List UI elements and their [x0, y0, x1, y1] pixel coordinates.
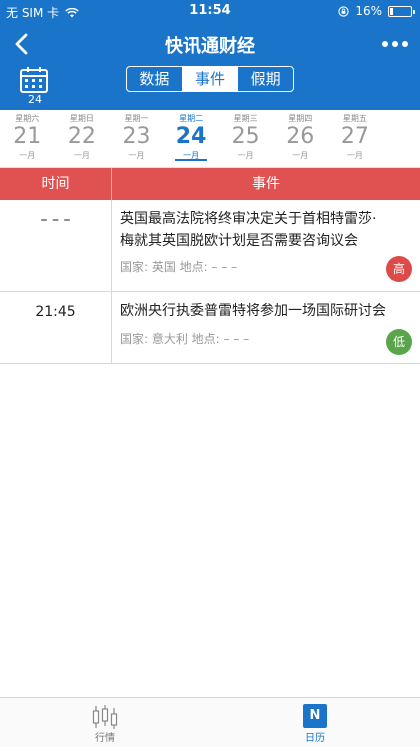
tab-calendar-label: 日历 — [305, 733, 325, 744]
event-title: 欧洲央行执委普雷特将参加一场国际研讨会 — [120, 303, 386, 319]
date-weekday: 星期五 — [342, 114, 367, 123]
app-header: 无 SIM 卡 11:54 16% 快讯通财经 24 数据 事件 假期 — [0, 0, 420, 110]
date-item[interactable]: 星期六 21 一月 — [0, 110, 55, 167]
date-item[interactable]: 星期五 27 一月 — [328, 110, 383, 167]
tab-calendar[interactable]: N 日历 — [210, 698, 420, 747]
table-row[interactable]: 21:45 欧洲央行执委普雷特将参加一场国际研讨会 国家: 意大利 地点: – … — [0, 292, 420, 364]
event-time: 21:45 — [0, 292, 112, 363]
date-item[interactable]: 星期四 26 一月 — [273, 110, 328, 167]
date-weekday: 星期三 — [233, 114, 258, 123]
date-day: 22 — [67, 124, 96, 149]
segment-control: 数据 事件 假期 — [126, 66, 294, 92]
column-header-event: 事件 — [252, 176, 280, 192]
date-weekday: 星期六 — [15, 114, 40, 123]
calendar-grid-icon — [20, 67, 48, 93]
segment-events[interactable]: 事件 — [181, 67, 238, 91]
date-weekday: 星期四 — [288, 114, 313, 123]
date-item[interactable]: 星期一 23 一月 — [109, 110, 164, 167]
battery-level — [390, 7, 394, 15]
segment-holidays[interactable]: 假期 — [237, 67, 293, 91]
page-title: 快讯通财经 — [165, 36, 255, 57]
calendar-icon-day: 24 — [28, 93, 42, 106]
date-day: 21 — [13, 124, 42, 149]
date-month: 一月 — [346, 151, 363, 160]
date-strip: 星期六 21 一月 星期日 22 一月 星期一 23 一月 星期二 24 一月 … — [0, 110, 420, 168]
table-row[interactable]: – – – 英国最高法院将终审决定关于首相特雷莎·梅就其英国脱欧计划是否需要咨询… — [0, 200, 420, 292]
event-meta: 国家: 意大利 地点: – – – — [120, 332, 250, 346]
date-weekday: 星期一 — [124, 114, 149, 123]
event-title: 英国最高法院将终审决定关于首相特雷莎·梅就其英国脱欧计划是否需要咨询议会 — [120, 211, 377, 249]
date-month: 一月 — [237, 151, 254, 160]
importance-badge: 高 — [386, 256, 412, 282]
date-day: 23 — [122, 124, 151, 149]
date-item-selected[interactable]: 星期二 24 一月 — [164, 110, 219, 167]
candlestick-icon — [92, 705, 118, 729]
date-weekday: 星期日 — [69, 114, 94, 123]
event-meta: 国家: 英国 地点: – – – — [120, 260, 238, 274]
nav-bar: 快讯通财经 — [0, 22, 420, 66]
segment-data[interactable]: 数据 — [127, 67, 182, 91]
date-day: 25 — [231, 124, 260, 149]
more-options-icon[interactable] — [382, 34, 408, 54]
status-bar: 无 SIM 卡 11:54 16% — [0, 0, 420, 22]
tab-market-label: 行情 — [95, 733, 115, 744]
table-header: 时间 事件 — [0, 168, 420, 200]
date-month: 一月 — [292, 151, 309, 160]
calendar-icon[interactable]: 24 — [18, 66, 52, 106]
date-weekday: 星期二 — [179, 114, 204, 123]
rotation-lock-icon — [338, 5, 349, 17]
battery-icon — [388, 5, 415, 17]
date-month: 一月 — [73, 151, 90, 160]
date-day: 24 — [175, 124, 207, 149]
date-item[interactable]: 星期日 22 一月 — [55, 110, 110, 167]
date-day: 27 — [340, 124, 369, 149]
date-day: 26 — [286, 124, 315, 149]
column-header-time: 时间 — [0, 168, 112, 200]
event-time: – – – — [0, 200, 112, 291]
date-month: 一月 — [19, 151, 36, 160]
battery-percent: 16% — [355, 4, 382, 18]
calendar-n-icon: N — [303, 704, 327, 728]
bottom-tab-bar: 行情 N 日历 — [0, 697, 420, 747]
importance-badge: 低 — [386, 329, 412, 355]
tab-market[interactable]: 行情 — [0, 698, 210, 747]
selected-date-underline — [174, 159, 208, 161]
date-month: 一月 — [128, 151, 145, 160]
date-item[interactable]: 星期三 25 一月 — [218, 110, 273, 167]
